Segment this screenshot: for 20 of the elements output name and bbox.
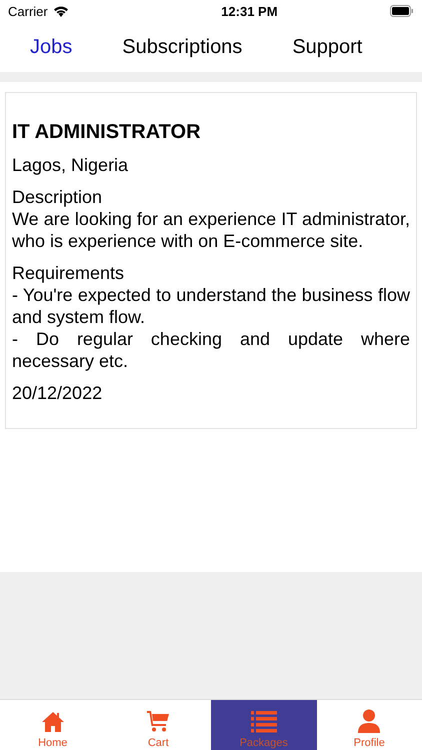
list-icon xyxy=(250,711,277,733)
job-date: 20/12/2022 xyxy=(12,382,104,404)
home-icon xyxy=(40,711,65,733)
person-icon xyxy=(357,709,382,733)
tab[interactable]: Support xyxy=(282,36,372,58)
wifi-icon xyxy=(52,5,69,17)
tab[interactable]: Subscriptions xyxy=(112,36,252,58)
carrier-label: Carrier xyxy=(8,4,48,18)
status-time: 12:31 PM xyxy=(221,4,278,18)
requirement-text: - You're expected to understand the business flow and system flow. xyxy=(12,284,410,328)
requirements-label: Requirements xyxy=(12,262,126,284)
job-title: IT ADMINISTRATOR xyxy=(12,121,202,144)
nav-tab[interactable]: Packages xyxy=(211,700,316,750)
description-text: We are looking for an experience IT administrator, who is experience with on E-commerce site. xyxy=(12,208,410,252)
battery-icon xyxy=(390,5,414,17)
description-label: Description xyxy=(12,186,104,208)
job-location: Lagos, Nigeria xyxy=(12,154,130,176)
requirement-text: - Do regular checking and update where necessary etc. xyxy=(12,328,410,372)
cart-icon xyxy=(146,709,170,733)
tab[interactable]: Jobs xyxy=(20,36,82,58)
